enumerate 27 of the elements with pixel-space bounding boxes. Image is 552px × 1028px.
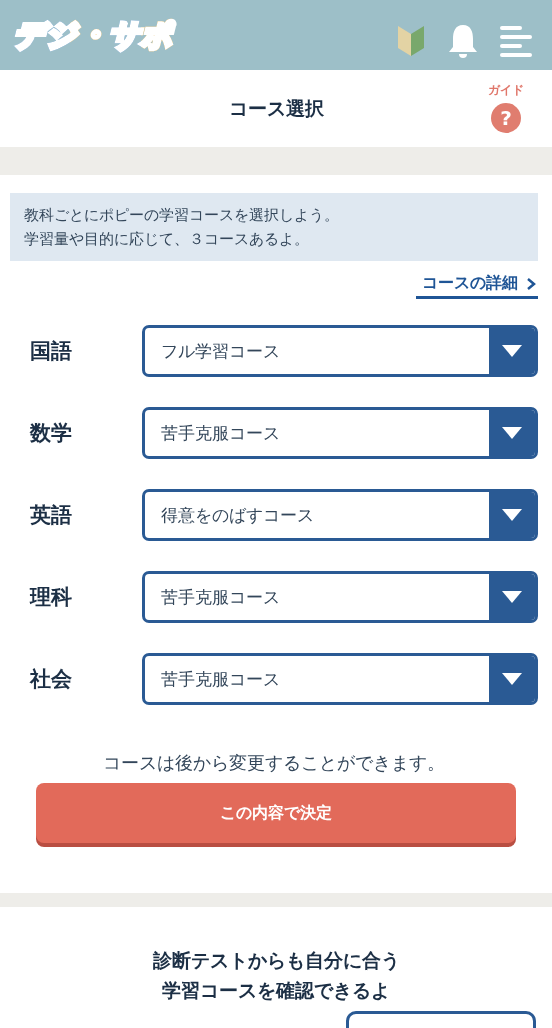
beginner-mark-icon[interactable] <box>396 24 426 58</box>
caret-down-icon <box>502 591 522 603</box>
course-select[interactable]: 苦手克服コース <box>142 653 538 705</box>
subject-label: 数学 <box>28 420 73 447</box>
note-text: コースは後から変更することができます。 <box>102 751 446 775</box>
page-title: コース選択 <box>228 95 324 121</box>
course-select[interactable]: 苦手克服コース <box>142 407 538 459</box>
course-select[interactable]: 得意をのばすコース <box>142 489 538 541</box>
course-select[interactable]: フル学習コース <box>142 325 538 377</box>
notification-icon[interactable] <box>446 23 480 59</box>
subject-label: 社会 <box>28 666 73 693</box>
guide-label: ガイド <box>488 82 524 99</box>
diagnosis-heading: 診断テストからも自分に合う <box>151 948 401 973</box>
course-detail-link[interactable]: コースの詳細 <box>416 273 538 299</box>
course-select[interactable]: 苦手克服コース <box>142 571 538 623</box>
caret-down-icon <box>502 673 522 685</box>
caret-down-icon <box>502 345 522 357</box>
subject-label: 国語 <box>29 338 73 365</box>
chevron-right-icon <box>526 276 536 291</box>
info-text: 教科ごとにポピーの学習コースを選択しよう。 <box>24 205 340 226</box>
subject-label: 英語 <box>29 502 73 529</box>
menu-icon[interactable] <box>500 25 534 57</box>
subject-label: 理科 <box>28 584 73 611</box>
caret-down-icon <box>502 509 522 521</box>
diagnosis-heading: 学習コースを確認できるよ <box>161 978 391 1003</box>
info-text: 学習量や目的に応じて、３コースあるよ。 <box>24 229 310 250</box>
caret-down-icon <box>502 427 522 439</box>
